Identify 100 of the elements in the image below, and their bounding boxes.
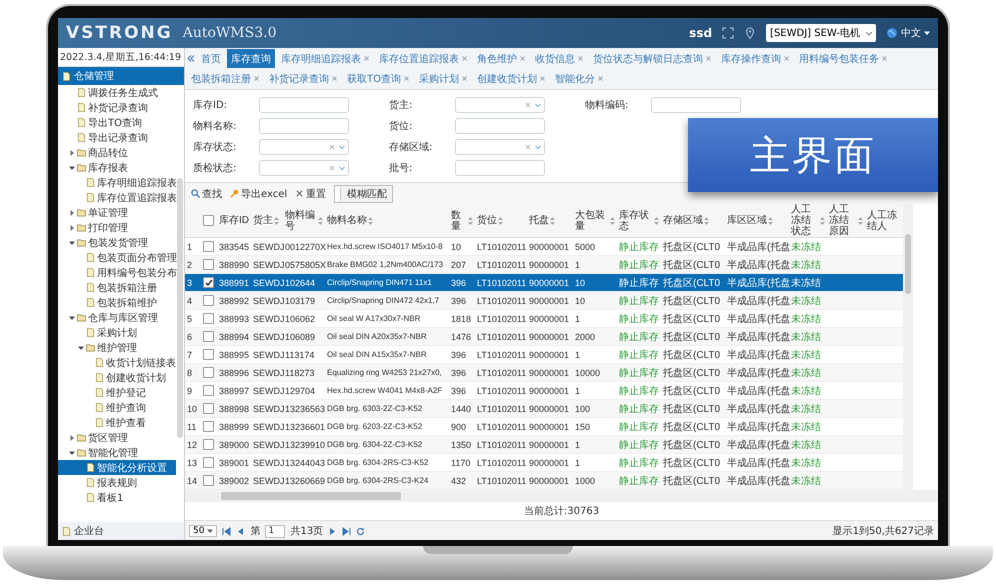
fullscreen-icon[interactable] xyxy=(722,27,734,39)
first-page-icon[interactable] xyxy=(222,526,232,536)
tree-item[interactable]: 导出记录查询 xyxy=(58,130,176,145)
tab[interactable]: 库存查询 xyxy=(227,49,275,68)
tree-item[interactable]: 包装页面分布管理 xyxy=(58,250,176,265)
scrollbar[interactable] xyxy=(177,178,183,438)
tree-item[interactable]: 库存明细追踪报表 xyxy=(58,175,176,190)
tree-item[interactable]: 包装拆箱维护 xyxy=(58,295,176,310)
clear-icon[interactable] xyxy=(329,164,335,170)
close-icon[interactable] xyxy=(332,76,337,81)
tree-item[interactable]: 打印管理 xyxy=(58,220,176,235)
close-icon[interactable] xyxy=(404,76,409,81)
input-field[interactable] xyxy=(259,96,349,112)
table-row[interactable]: 12 389000 SEWDJ13239910 DGB brg. 6304-2Z-C3-K52 1350 LT10102011 90000001 1 静止库存 托盘区(CLT0 半成品库(托盘未冻结 xyxy=(185,436,903,454)
language-select[interactable]: 中文 xyxy=(886,26,930,40)
tree-item[interactable]: 包装拆箱注册 xyxy=(58,280,176,295)
row-checkbox[interactable] xyxy=(203,421,214,432)
tab[interactable]: 包装拆箱注册 xyxy=(187,69,263,88)
close-icon[interactable] xyxy=(578,56,583,61)
table-row[interactable]: 6 388994 SEWDJ106089 Oil seal DIN A20x35x7-NBR 1476 LT10102011 90000001 2000 静止库存 托盘区(CLT0 半成品库(托盘未冻结 xyxy=(185,328,903,346)
table-row[interactable]: 3 388991 SEWDJ102644 Circlip/Snapring DIN471 11x1 396 LT10102011 90000001 10 静止库存 托盘区(CLT0 半成品库(托盘未冻结 xyxy=(185,274,903,292)
tree-item[interactable]: 仓库与库区管理 xyxy=(58,310,176,325)
tab[interactable]: 补货记录查询 xyxy=(265,69,341,88)
row-checkbox[interactable] xyxy=(203,385,214,396)
tree-item[interactable]: 包装发货管理 xyxy=(58,235,176,250)
page-input[interactable]: 1 xyxy=(265,524,286,538)
tab[interactable]: 角色维护 xyxy=(473,49,529,68)
tree-item[interactable]: 用料编号包装分布 xyxy=(58,265,176,280)
toolbar-button[interactable]: 查找 xyxy=(191,186,222,200)
tree-item[interactable]: 库存位置追踪报表 xyxy=(58,190,176,205)
tree-item[interactable]: 维护管理 xyxy=(58,340,176,355)
caret-icon[interactable] xyxy=(339,144,345,150)
table-row[interactable]: 4 388992 SEWDJ103179 Circlip/Snapring DIN472 42x1,7 396 LT10102011 90000001 10 静止库存 托盘区(CLT0 半成品库(托盘未冻结 xyxy=(185,292,903,310)
select-all-checkbox[interactable] xyxy=(203,215,214,226)
select-field[interactable] xyxy=(455,96,545,112)
tab[interactable]: 获取TO查询 xyxy=(343,69,413,88)
caret-icon[interactable] xyxy=(535,144,541,150)
input-field[interactable] xyxy=(455,118,545,134)
tree-item[interactable]: 调拨任务生成式 xyxy=(58,85,176,100)
next-page-icon[interactable] xyxy=(328,526,338,536)
row-checkbox[interactable] xyxy=(203,403,214,414)
row-checkbox[interactable] xyxy=(203,475,214,486)
last-page-icon[interactable] xyxy=(342,526,352,536)
clear-icon[interactable] xyxy=(329,144,335,150)
row-checkbox[interactable] xyxy=(203,259,214,270)
tree-item[interactable]: 单证管理 xyxy=(58,205,176,220)
select-field[interactable] xyxy=(455,138,545,154)
input-field[interactable] xyxy=(455,160,545,176)
input-field[interactable] xyxy=(259,118,349,134)
tab[interactable]: 首页 xyxy=(197,49,225,68)
tree-item[interactable]: 维护查询 xyxy=(58,400,176,415)
tree-item[interactable]: 维护查看 xyxy=(58,415,176,430)
scrollbar[interactable] xyxy=(903,204,913,490)
close-icon[interactable] xyxy=(364,56,369,61)
row-checkbox[interactable] xyxy=(203,457,214,468)
tree-item[interactable]: 货区管理 xyxy=(58,430,176,445)
tree-item[interactable]: 商品转位 xyxy=(58,145,176,160)
toolbar-button[interactable]: 重置 xyxy=(295,186,326,200)
tree-item[interactable]: 智能化管理 xyxy=(58,445,176,460)
tab[interactable]: 采购计划 xyxy=(414,69,471,88)
page-size-select[interactable]: 50 xyxy=(189,525,218,537)
close-icon[interactable] xyxy=(706,56,711,61)
close-icon[interactable] xyxy=(784,56,789,61)
caret-icon[interactable] xyxy=(535,102,541,108)
tree-item[interactable]: 维护登记 xyxy=(58,385,176,400)
tab[interactable]: 用料编号包装任务 xyxy=(795,49,891,68)
tree-item[interactable]: 采购计划 xyxy=(58,325,176,340)
select-field[interactable] xyxy=(259,160,349,176)
sidebar-section-header[interactable]: 仓储管理 xyxy=(58,67,184,85)
tab[interactable]: 库存位置追踪报表 xyxy=(375,49,471,68)
close-icon[interactable] xyxy=(462,76,467,81)
row-checkbox[interactable] xyxy=(203,439,214,450)
close-icon[interactable] xyxy=(254,76,259,81)
tab[interactable]: 智能化分 xyxy=(550,69,607,88)
horizontal-scrollbar[interactable] xyxy=(185,490,938,502)
close-icon[interactable] xyxy=(598,76,603,81)
toolbar-button[interactable]: 模糊匹配 xyxy=(334,184,394,202)
table-row[interactable]: 14 389002 SEWDJ13260669 DGB brg. 6304-2RS-C3-K24 432 LT10102011 90000001 1000 静止库存 托盘区(CLT0 半成品库(托盘未冻结 xyxy=(185,472,903,490)
toolbar-button[interactable]: 导出excel xyxy=(230,186,288,200)
column-header[interactable]: 人工冻结原因 xyxy=(829,204,863,237)
tree-item[interactable]: 收货计划链接表 xyxy=(58,355,176,370)
location-pin-icon[interactable] xyxy=(744,27,756,39)
row-checkbox[interactable] xyxy=(203,331,214,342)
tab[interactable]: 货位状态与解锁日志查询 xyxy=(589,49,715,68)
row-checkbox[interactable] xyxy=(203,349,214,360)
close-icon[interactable] xyxy=(882,56,887,61)
close-icon[interactable] xyxy=(520,56,525,61)
caret-icon[interactable] xyxy=(339,164,345,170)
tree-item[interactable]: 库存报表 xyxy=(58,160,176,175)
close-icon[interactable] xyxy=(540,76,545,81)
table-row[interactable]: 8 388996 SEWDJ118273 Equalizing ring W4253 21x27x0, 396 LT10102011 90000001 10000 静止库存 托盘区(CLT0 半成品库(托盘未冻结 xyxy=(185,364,903,382)
tree-item[interactable]: 报表规则 xyxy=(58,475,176,490)
tree-item[interactable]: 创建收货计划 xyxy=(58,370,176,385)
previous-page-icon[interactable] xyxy=(236,526,246,536)
tab[interactable]: 创建收货计划 xyxy=(472,69,549,88)
refresh-icon[interactable] xyxy=(356,526,366,536)
tree-item[interactable]: 补货记录查询 xyxy=(58,100,176,115)
tab[interactable]: 库存操作查询 xyxy=(717,49,793,68)
row-checkbox[interactable] xyxy=(203,277,214,288)
row-checkbox[interactable] xyxy=(203,313,214,324)
